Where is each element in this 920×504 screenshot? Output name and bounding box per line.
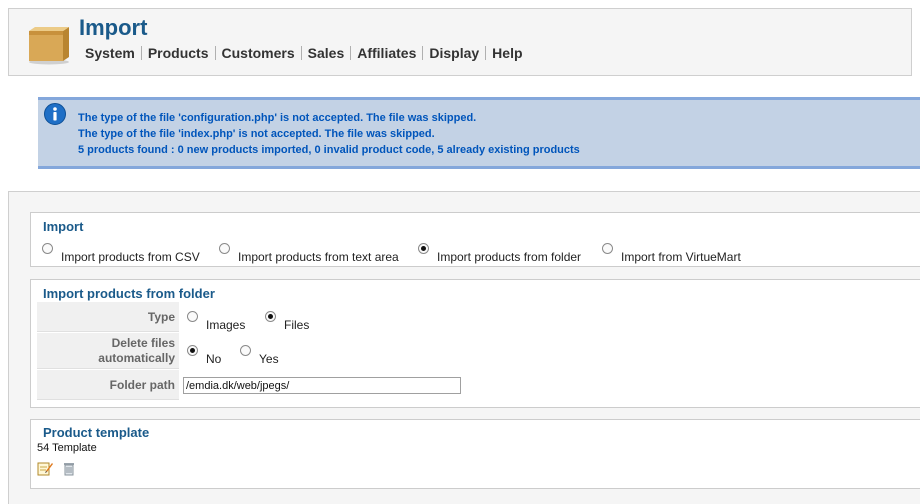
radio-import-virtuemart[interactable] [602, 243, 613, 254]
option-import-folder[interactable]: Import products from folder [418, 243, 581, 264]
option-label: Import products from text area [238, 250, 399, 264]
delete-label-line2: automatically [98, 351, 175, 365]
option-import-textarea[interactable]: Import products from text area [219, 243, 399, 264]
radio-type-images[interactable] [187, 311, 198, 322]
page-title: Import [79, 15, 148, 40]
radio-delete-yes[interactable] [240, 345, 251, 356]
radio-import-textarea[interactable] [219, 243, 230, 254]
folder-path-input[interactable] [183, 377, 461, 394]
import-fieldset: Import Import products from CSV Import p… [30, 212, 920, 267]
template-fieldset: Product template 54 Template [30, 419, 920, 489]
info-message: The type of the file 'configuration.php'… [38, 97, 920, 169]
radio-import-csv[interactable] [42, 243, 53, 254]
option-type-files[interactable]: Files [265, 311, 309, 332]
import-legend: Import [43, 219, 84, 234]
option-label: Import products from folder [437, 250, 582, 264]
type-label: Type [37, 302, 179, 332]
template-name: 54 Template [37, 442, 97, 454]
menu-item-sales[interactable]: Sales [302, 45, 351, 61]
template-legend: Product template [43, 425, 150, 440]
menu-item-customers[interactable]: Customers [216, 45, 301, 61]
menu-item-affiliates[interactable]: Affiliates [351, 45, 422, 61]
folder-path-label: Folder path [37, 370, 179, 400]
option-type-images[interactable]: Images [187, 311, 245, 332]
message-line: 5 products found : 0 new products import… [78, 144, 580, 156]
content-area: Import Import products from CSV Import p… [8, 191, 920, 504]
menu-item-display[interactable]: Display [423, 45, 485, 61]
trash-icon[interactable] [61, 460, 77, 476]
info-icon [44, 103, 66, 125]
delete-label-line1: Delete files [111, 336, 175, 350]
main-menu: System Products Customers Sales Affiliat… [79, 45, 529, 61]
folder-fieldset: Import products from folder Type Images … [30, 279, 920, 408]
folder-legend: Import products from folder [43, 286, 215, 301]
menu-item-help[interactable]: Help [486, 45, 528, 61]
message-line: The type of the file 'index.php' is not … [78, 128, 435, 140]
option-label: Images [206, 318, 246, 332]
menu-item-system[interactable]: System [79, 45, 141, 61]
toolbar-header: Import System Products Customers Sales A… [8, 8, 912, 76]
option-import-csv[interactable]: Import products from CSV [42, 243, 200, 264]
option-label: Import from VirtueMart [621, 250, 741, 264]
delete-files-label: Delete files automatically [37, 333, 179, 369]
option-import-virtuemart[interactable]: Import from VirtueMart [602, 243, 741, 264]
package-box-icon [29, 27, 69, 65]
radio-import-folder[interactable] [418, 243, 429, 254]
menu-item-products[interactable]: Products [142, 45, 215, 61]
option-label: Yes [259, 352, 279, 366]
edit-icon[interactable] [37, 460, 53, 476]
option-delete-no[interactable]: No [187, 345, 221, 366]
radio-delete-no[interactable] [187, 345, 198, 356]
option-label: Files [284, 318, 310, 332]
message-line: The type of the file 'configuration.php'… [78, 112, 477, 124]
option-label: Import products from CSV [61, 250, 200, 264]
radio-type-files[interactable] [265, 311, 276, 322]
option-delete-yes[interactable]: Yes [240, 345, 279, 366]
option-label: No [206, 352, 222, 366]
